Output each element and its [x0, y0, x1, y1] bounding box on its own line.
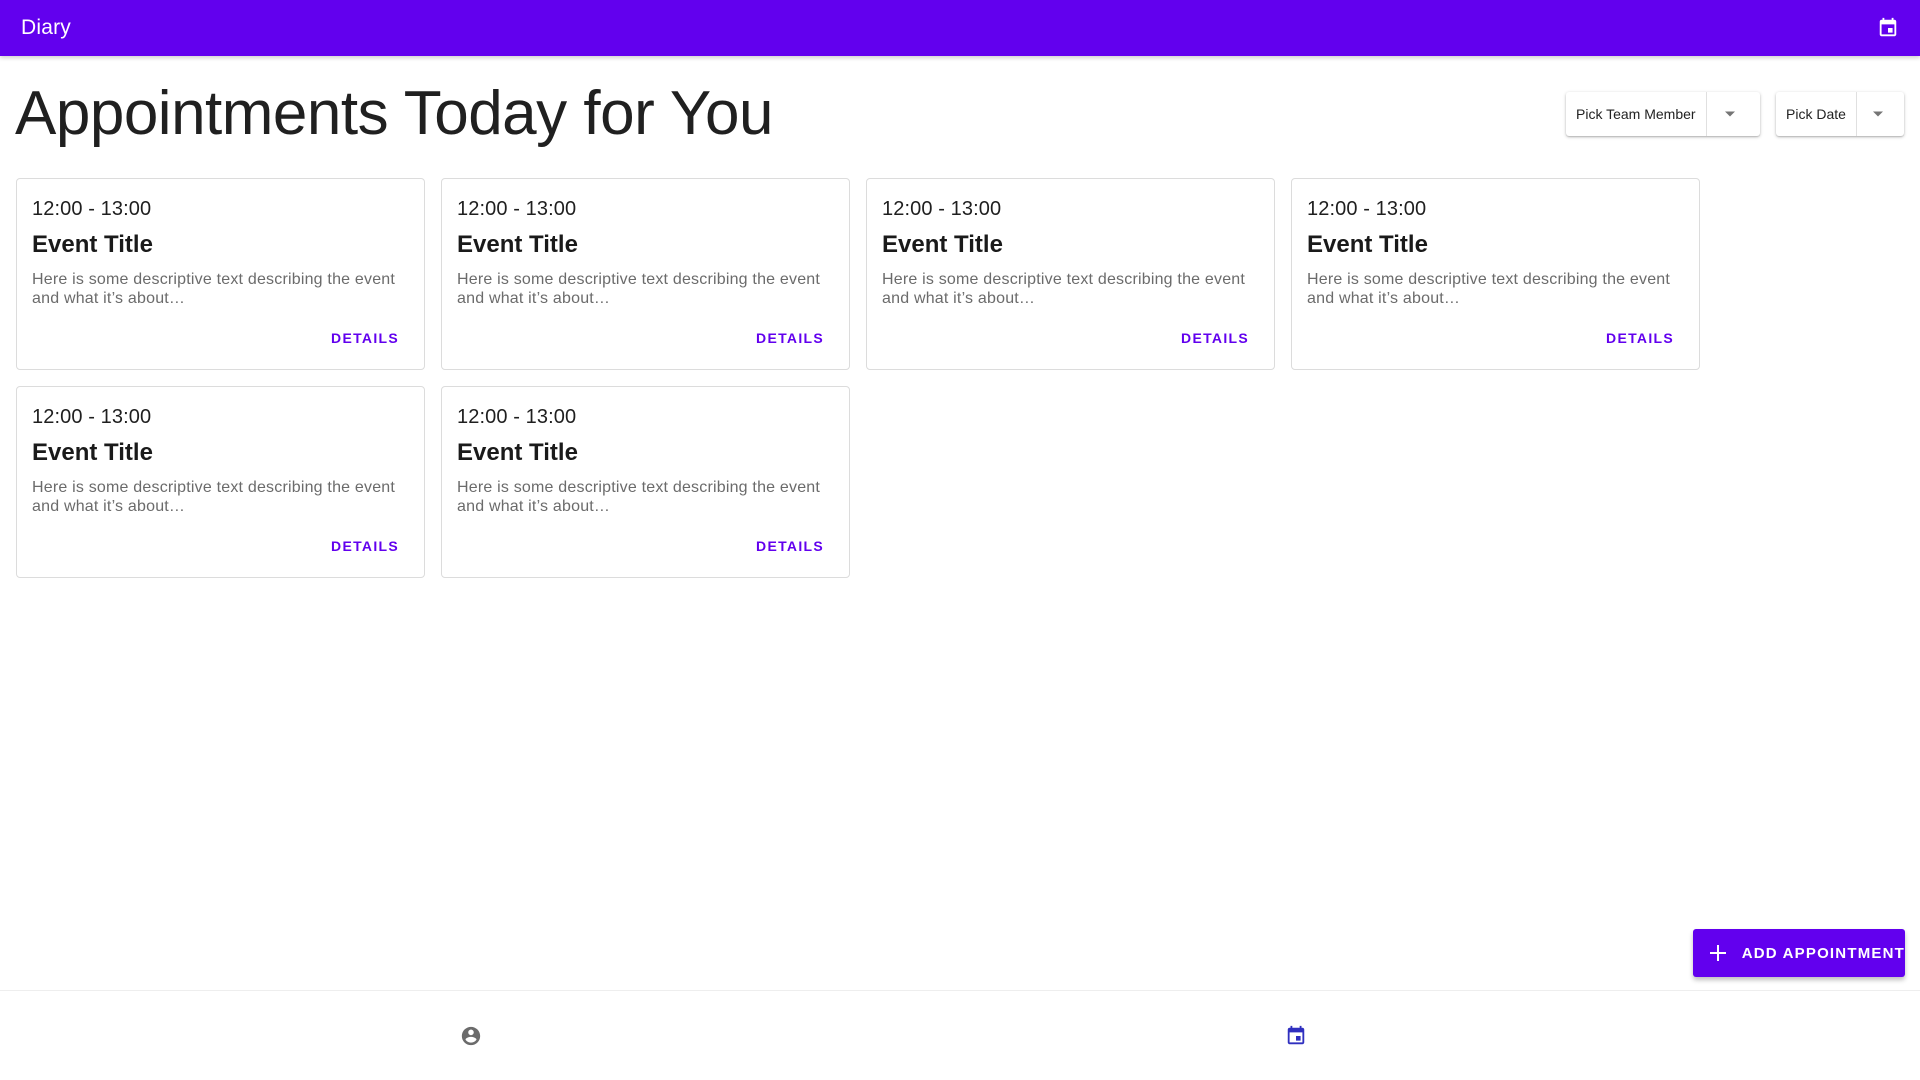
appointment-title: Event Title — [457, 439, 578, 466]
appointment-time: 12:00 - 13:00 — [882, 198, 1002, 220]
appointment-card: 12:00 - 13:00 Event Title Here is some d… — [866, 178, 1275, 370]
details-button[interactable]: DETAILS — [331, 330, 399, 346]
team-member-select[interactable]: Pick Team Member — [1566, 92, 1760, 136]
date-select-label: Pick Date — [1786, 106, 1846, 122]
appointment-title: Event Title — [457, 231, 578, 258]
appointment-description: Here is some descriptive text describing… — [32, 271, 396, 307]
appointment-time: 12:00 - 13:00 — [32, 406, 152, 428]
appointment-card: 12:00 - 13:00 Event Title Here is some d… — [1291, 178, 1700, 370]
details-button[interactable]: DETAILS — [756, 330, 824, 346]
appointment-title: Event Title — [882, 231, 1003, 258]
bottom-navigation — [0, 990, 1920, 1080]
appointment-card: 12:00 - 13:00 Event Title Here is some d… — [441, 386, 850, 578]
calendar-icon[interactable] — [1876, 16, 1900, 40]
appointment-time: 12:00 - 13:00 — [457, 406, 577, 428]
appointment-card: 12:00 - 13:00 Event Title Here is some d… — [16, 386, 425, 578]
team-member-select-label: Pick Team Member — [1576, 106, 1696, 122]
appointment-title: Event Title — [32, 439, 153, 466]
calendar-icon[interactable] — [1284, 1024, 1308, 1048]
account-circle-icon[interactable] — [459, 1024, 483, 1048]
details-button[interactable]: DETAILS — [756, 538, 824, 554]
appointment-grid: 12:00 - 13:00 Event Title Here is some d… — [16, 178, 1700, 578]
page-title: Appointments Today for You — [15, 79, 773, 148]
appointment-description: Here is some descriptive text describing… — [457, 479, 821, 515]
appointment-time: 12:00 - 13:00 — [457, 198, 577, 220]
appointment-description: Here is some descriptive text describing… — [457, 271, 821, 307]
appointment-description: Here is some descriptive text describing… — [1307, 271, 1671, 307]
appointment-description: Here is some descriptive text describing… — [32, 479, 396, 515]
top-app-bar: Diary — [0, 0, 1920, 56]
appointment-time: 12:00 - 13:00 — [32, 198, 152, 220]
details-button[interactable]: DETAILS — [331, 538, 399, 554]
add-appointment-label: ADD APPOINTMENT — [1741, 944, 1905, 962]
appointment-title: Event Title — [1307, 231, 1428, 258]
dropdown-arrow-icon[interactable] — [1855, 92, 1900, 136]
appointment-time: 12:00 - 13:00 — [1307, 198, 1427, 220]
details-button[interactable]: DETAILS — [1181, 330, 1249, 346]
appointment-card: 12:00 - 13:00 Event Title Here is some d… — [441, 178, 850, 370]
plus-icon — [1707, 941, 1730, 965]
add-appointment-button[interactable]: ADD APPOINTMENT — [1693, 929, 1905, 977]
details-button[interactable]: DETAILS — [1606, 330, 1674, 346]
appointment-description: Here is some descriptive text describing… — [882, 271, 1246, 307]
appointment-title: Event Title — [32, 231, 153, 258]
date-select[interactable]: Pick Date — [1776, 92, 1904, 136]
app-title: Diary — [21, 16, 72, 39]
appointment-card: 12:00 - 13:00 Event Title Here is some d… — [16, 178, 425, 370]
dropdown-arrow-icon[interactable] — [1705, 92, 1754, 136]
